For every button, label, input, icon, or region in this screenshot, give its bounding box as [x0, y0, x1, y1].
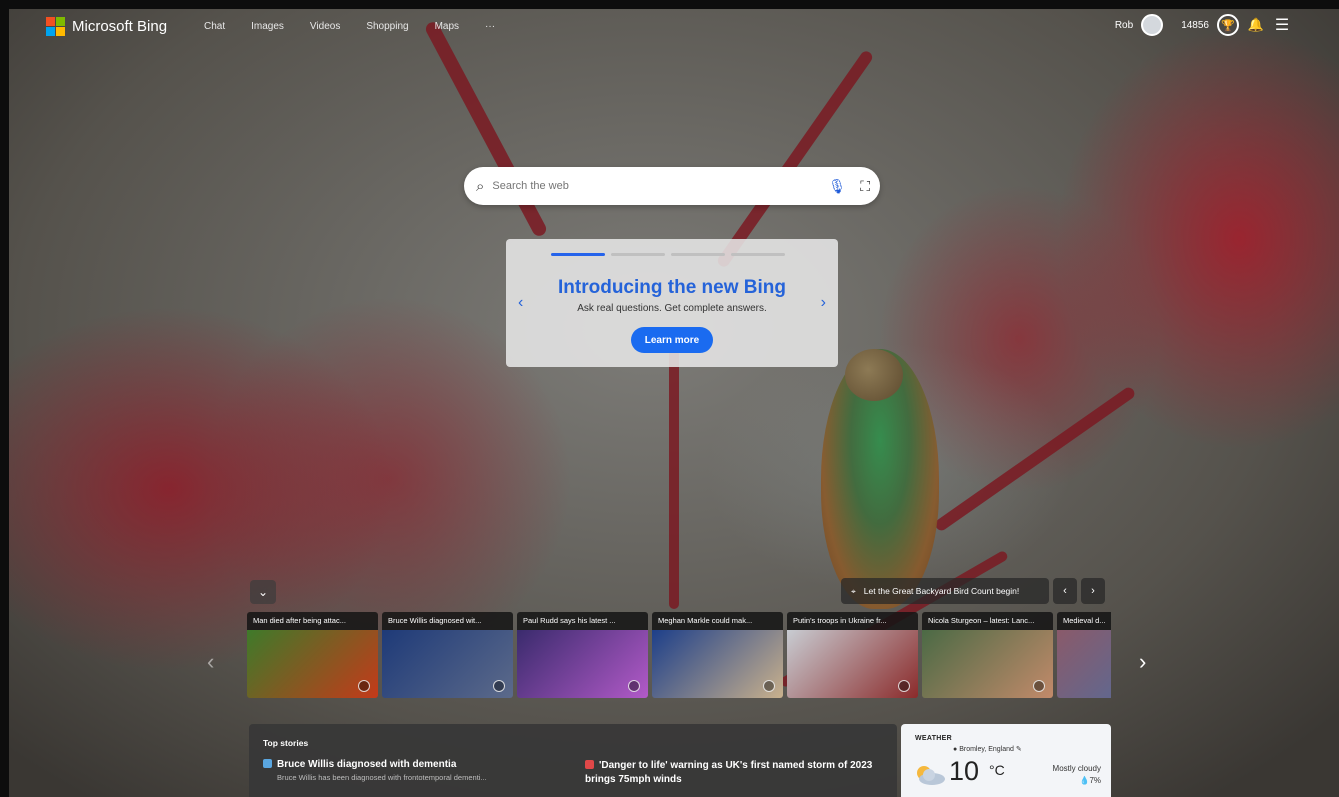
news-card[interactable]: Putin's troops in Ukraine fr...: [787, 612, 918, 698]
top-bar: Microsoft Bing Chat Images Videos Shoppi…: [9, 9, 1339, 45]
story-item[interactable]: 'Danger to life' warning as UK's first n…: [585, 759, 875, 787]
promo-title: Introducing the new Bing: [558, 277, 786, 298]
cloudy-icon: [917, 766, 945, 785]
hummingbird-head: [845, 349, 903, 401]
video-icon: [1033, 680, 1045, 692]
brand-name: Microsoft Bing: [72, 18, 168, 35]
news-carousel: Man died after being attac... Bruce Willi…: [247, 612, 1111, 698]
news-card[interactable]: Nicola Sturgeon – latest: Lanc...: [922, 612, 1053, 698]
rewards-points[interactable]: 14856: [1181, 20, 1209, 31]
carousel-next-icon[interactable]: ›: [821, 294, 826, 312]
microsoft-logo-icon: [46, 17, 65, 36]
weather-unit: °C: [989, 762, 1005, 778]
news-card-caption: Paul Rudd says his latest ...: [517, 612, 648, 630]
search-input[interactable]: [492, 180, 813, 192]
background-stem: [669, 349, 679, 609]
video-icon: [358, 680, 370, 692]
news-card-caption: Man died after being attac...: [247, 612, 378, 630]
weather-label: WEATHER: [915, 735, 952, 742]
weather-location[interactable]: ● Bromley, England ✎: [953, 745, 1022, 753]
promo-carousel: ‹ Introducing the new Bing Ask real ques…: [506, 239, 838, 367]
weather-precip: 💧7%: [1079, 776, 1101, 785]
search-box: ⌕ 🎙 ⛶: [464, 167, 880, 205]
news-source-icon: [263, 759, 272, 768]
weather-widget[interactable]: WEATHER ● Bromley, England ✎ 10 °C Mostl…: [901, 724, 1111, 797]
story-headline: 'Danger to life' warning as UK's first n…: [585, 760, 873, 785]
carousel-dot[interactable]: [731, 253, 785, 256]
weather-condition: Mostly cloudy: [1052, 764, 1101, 773]
background-stem: [423, 19, 549, 239]
nav-images[interactable]: Images: [251, 21, 284, 32]
account-area: Rob 14856 🏆 🔔 ☰: [1115, 14, 1291, 36]
video-icon: [493, 680, 505, 692]
carousel-dot[interactable]: [611, 253, 665, 256]
story-headline: Bruce Willis diagnosed with dementia: [277, 759, 457, 770]
promo-subtitle: Ask real questions. Get complete answers…: [577, 303, 767, 314]
news-next-icon[interactable]: ›: [1139, 649, 1146, 675]
rewards-icon[interactable]: 🏆: [1217, 14, 1239, 36]
weather-temperature: 10: [949, 756, 980, 786]
carousel-indicators: [551, 253, 785, 256]
menu-icon[interactable]: ☰: [1273, 16, 1291, 34]
story-item[interactable]: Bruce Willis diagnosed with dementia Bru…: [263, 759, 553, 782]
story-summary: Bruce Willis has been diagnosed with fro…: [277, 773, 487, 782]
search-icon[interactable]: ⌕: [476, 178, 484, 195]
news-card[interactable]: Man died after being attac...: [247, 612, 378, 698]
top-stories-heading: Top stories: [263, 738, 309, 748]
video-icon: [763, 680, 775, 692]
news-card-caption: Nicola Sturgeon – latest: Lanc...: [922, 612, 1053, 630]
nav-videos[interactable]: Videos: [310, 21, 340, 32]
account-name[interactable]: Rob: [1115, 20, 1133, 31]
bing-logo[interactable]: Microsoft Bing: [46, 17, 167, 36]
video-icon: [898, 680, 910, 692]
background-stem: [715, 49, 875, 269]
news-card[interactable]: Bruce Willis diagnosed wit...: [382, 612, 513, 698]
learn-more-button[interactable]: Learn more: [631, 327, 713, 353]
image-caption: Let the Great Backyard Bird Count begin!: [863, 586, 1020, 596]
news-card-image: [1057, 630, 1111, 698]
location-pin-icon: ⌖: [851, 585, 856, 596]
news-card-caption: Meghan Markle could mak...: [652, 612, 783, 630]
nav-shopping[interactable]: Shopping: [366, 21, 408, 32]
nav-more[interactable]: ···: [485, 21, 495, 32]
background-stem: [933, 385, 1137, 533]
prev-image-button[interactable]: ‹: [1053, 578, 1077, 604]
top-stories-panel: Top stories Bruce Willis diagnosed with …: [249, 724, 897, 797]
carousel-dot[interactable]: [551, 253, 605, 256]
news-card-caption: Bruce Willis diagnosed wit...: [382, 612, 513, 630]
main-nav: Chat Images Videos Shopping Maps ···: [204, 21, 495, 32]
news-prev-icon[interactable]: ‹: [207, 649, 214, 675]
news-card[interactable]: Meghan Markle could mak...: [652, 612, 783, 698]
video-icon: [628, 680, 640, 692]
nav-maps[interactable]: Maps: [435, 21, 459, 32]
news-card-caption: Medieval d...: [1057, 612, 1111, 630]
news-source-icon: [585, 760, 594, 769]
next-image-button[interactable]: ›: [1081, 578, 1105, 604]
collapse-feed-button[interactable]: ⌄: [250, 580, 276, 604]
carousel-dot[interactable]: [671, 253, 725, 256]
news-card[interactable]: Paul Rudd says his latest ...: [517, 612, 648, 698]
visual-search-icon[interactable]: ⛶: [860, 178, 870, 195]
avatar[interactable]: [1141, 14, 1164, 36]
microphone-icon[interactable]: 🎙: [828, 178, 846, 195]
bing-homepage: Microsoft Bing Chat Images Videos Shoppi…: [9, 9, 1339, 797]
nav-chat[interactable]: Chat: [204, 21, 225, 32]
image-info-button[interactable]: ⌖ Let the Great Backyard Bird Count begi…: [841, 578, 1049, 604]
notifications-icon[interactable]: 🔔: [1247, 16, 1265, 34]
news-card-caption: Putin's troops in Ukraine fr...: [787, 612, 918, 630]
news-card[interactable]: Medieval d...: [1057, 612, 1111, 698]
